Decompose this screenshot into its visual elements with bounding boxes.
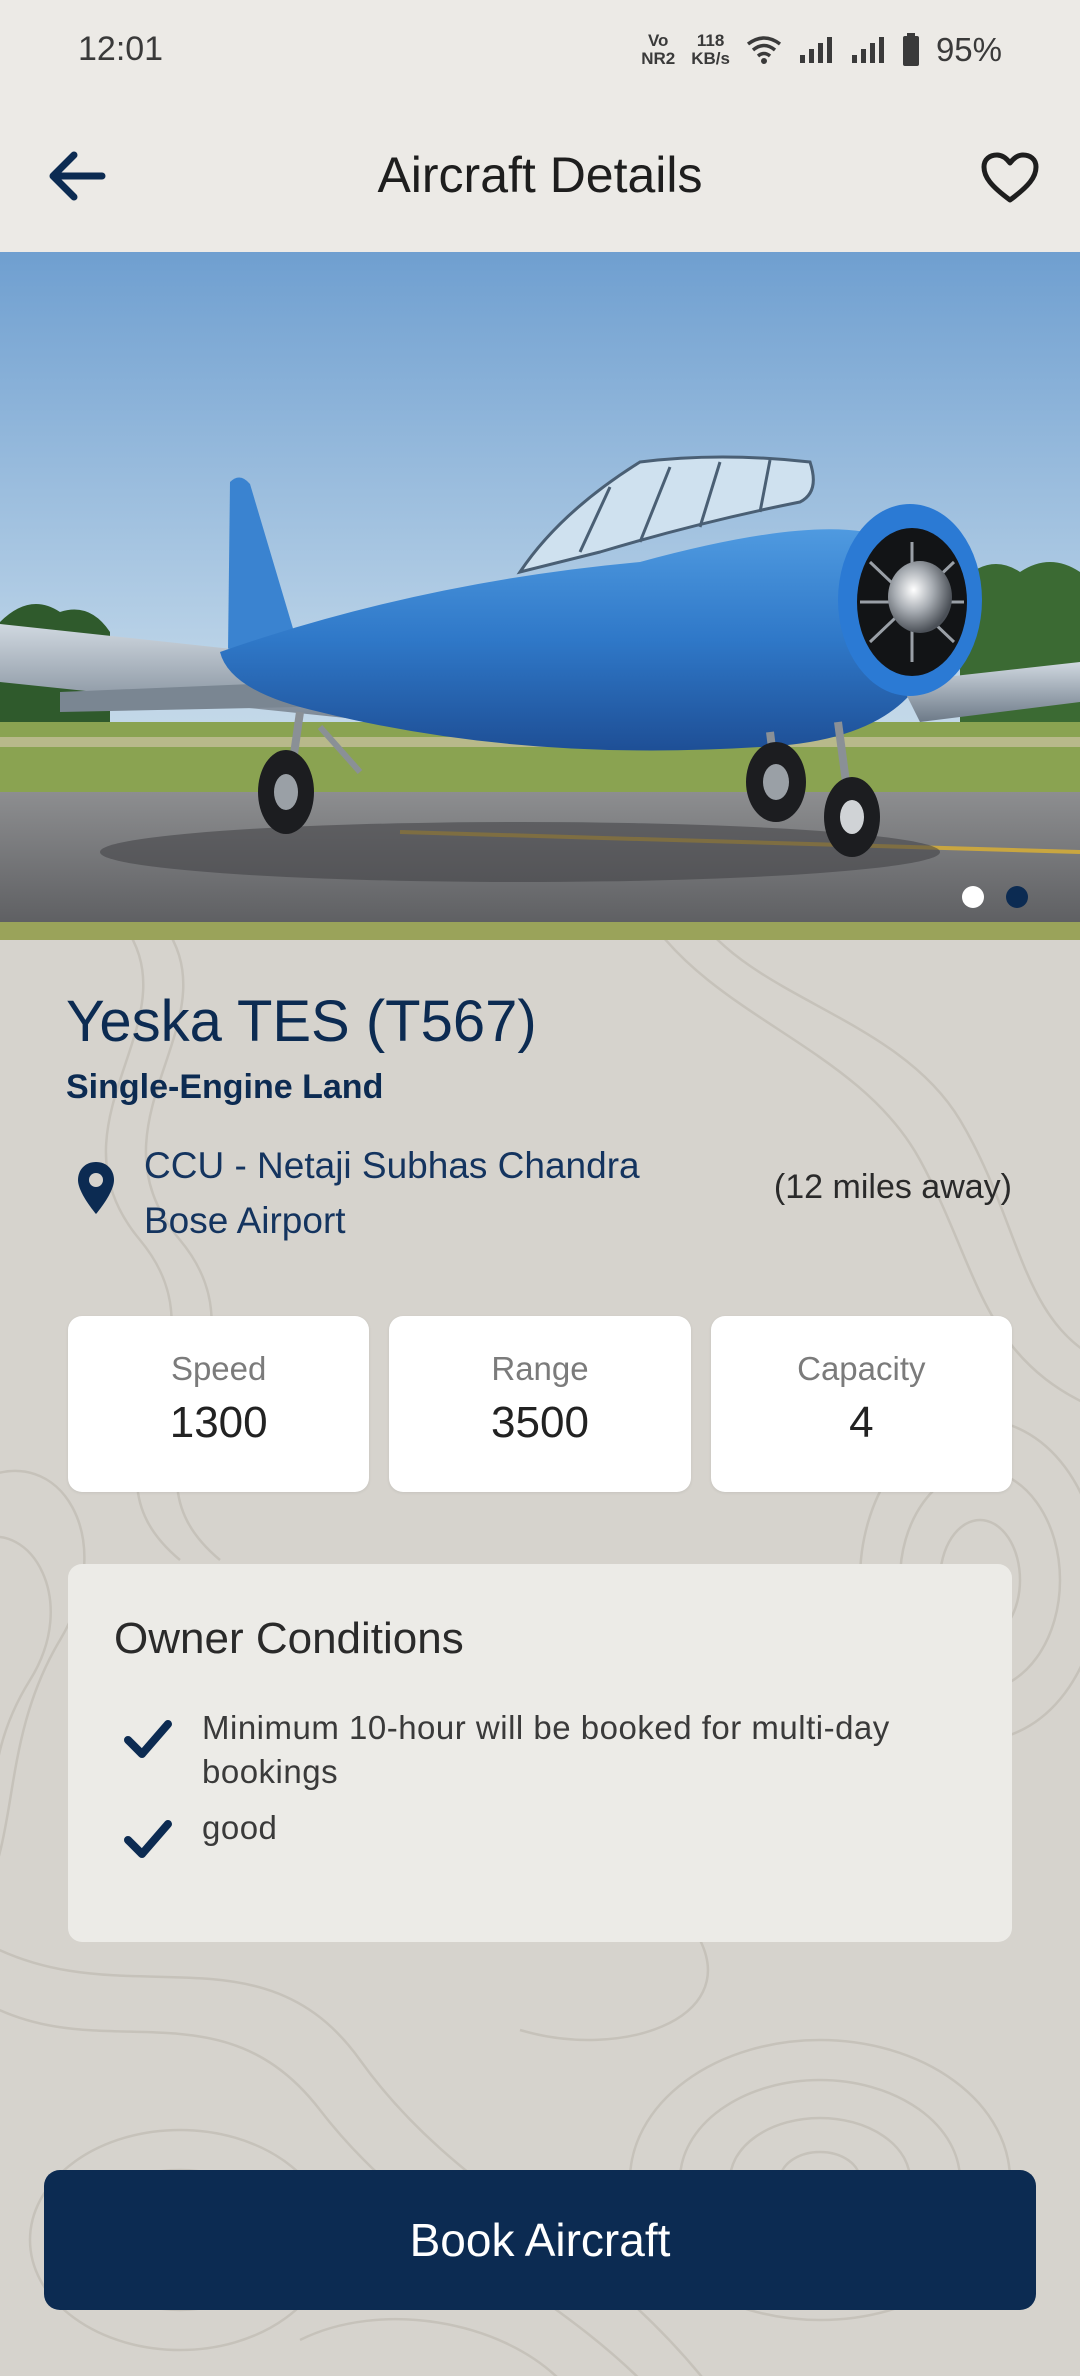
aircraft-image-carousel[interactable]: [0, 252, 1080, 940]
signal-icon: [851, 37, 884, 63]
favorite-button[interactable]: [972, 140, 1048, 216]
stat-value: 1300: [169, 1398, 268, 1447]
airport-distance: (12 miles away): [773, 1168, 1012, 1206]
carousel-dot-2-active[interactable]: [1006, 886, 1028, 908]
aircraft-class: Single-Engine Land: [66, 1068, 384, 1106]
status-icons: Vo NR2 118 KB/s 95%: [641, 26, 1002, 74]
status-time: 12:01: [78, 30, 164, 68]
condition-text: good: [202, 1809, 278, 1846]
stat-value: 3500: [491, 1398, 589, 1447]
battery-icon: [902, 33, 919, 66]
status-bar: 12:01 Vo NR2 118 KB/s 95%: [0, 0, 1080, 100]
stat-value: 4: [849, 1398, 874, 1447]
aircraft-name: Yeska TES (T567): [66, 989, 537, 1054]
app-bar: Aircraft Details: [0, 100, 1080, 252]
condition-text: Minimum 10-hour will be booked for multi…: [202, 1709, 890, 1790]
stat-card-capacity: Capacity 4: [710, 1316, 1012, 1492]
network-speed-value: 118: [696, 31, 725, 50]
location-pin-icon: [78, 1162, 114, 1214]
stats-row: Speed 1300 Range 3500 Capacity 4: [68, 1316, 1012, 1492]
aircraft-details-screen: 12:01 Vo NR2 118 KB/s 95% Aircraft Detai…: [0, 0, 1080, 2376]
owner-conditions-card: Owner Conditions Minimum 10-hour will be…: [68, 1564, 1012, 1942]
network-speed-unit: KB/s: [691, 49, 730, 68]
aircraft-photo: [0, 252, 1080, 940]
battery-percent: 95%: [935, 31, 1002, 68]
volte-label-bottom: NR2: [641, 49, 676, 68]
stat-label: Speed: [170, 1350, 267, 1387]
owner-conditions-title: Owner Conditions: [114, 1614, 464, 1663]
book-aircraft-button[interactable]: Book Aircraft: [44, 2170, 1036, 2310]
volte-label-top: Vo: [647, 31, 669, 50]
network-speed: 118 KB/s: [691, 32, 730, 68]
condition-item: Minimum 10-hour will be booked for multi…: [114, 1706, 968, 1794]
checkmark-icon: [124, 1820, 172, 1858]
stat-card-speed: Speed 1300: [68, 1316, 370, 1492]
wifi-icon: [746, 36, 781, 64]
condition-item: good: [114, 1806, 968, 1862]
heart-outline-icon: [981, 152, 1039, 203]
stat-label: Range: [491, 1350, 589, 1387]
stat-label: Capacity: [797, 1350, 926, 1387]
checkmark-icon: [124, 1720, 172, 1758]
carousel-dot-1[interactable]: [962, 886, 984, 908]
stat-card-range: Range 3500: [389, 1316, 691, 1492]
volte-indicator: Vo NR2: [641, 32, 675, 68]
page-title: Aircraft Details: [377, 147, 703, 203]
airport-name: CCU - Netaji Subhas Chandra Bose Airport: [144, 1145, 640, 1241]
signal-icon: [799, 37, 832, 63]
carousel-dots: [962, 886, 1028, 908]
